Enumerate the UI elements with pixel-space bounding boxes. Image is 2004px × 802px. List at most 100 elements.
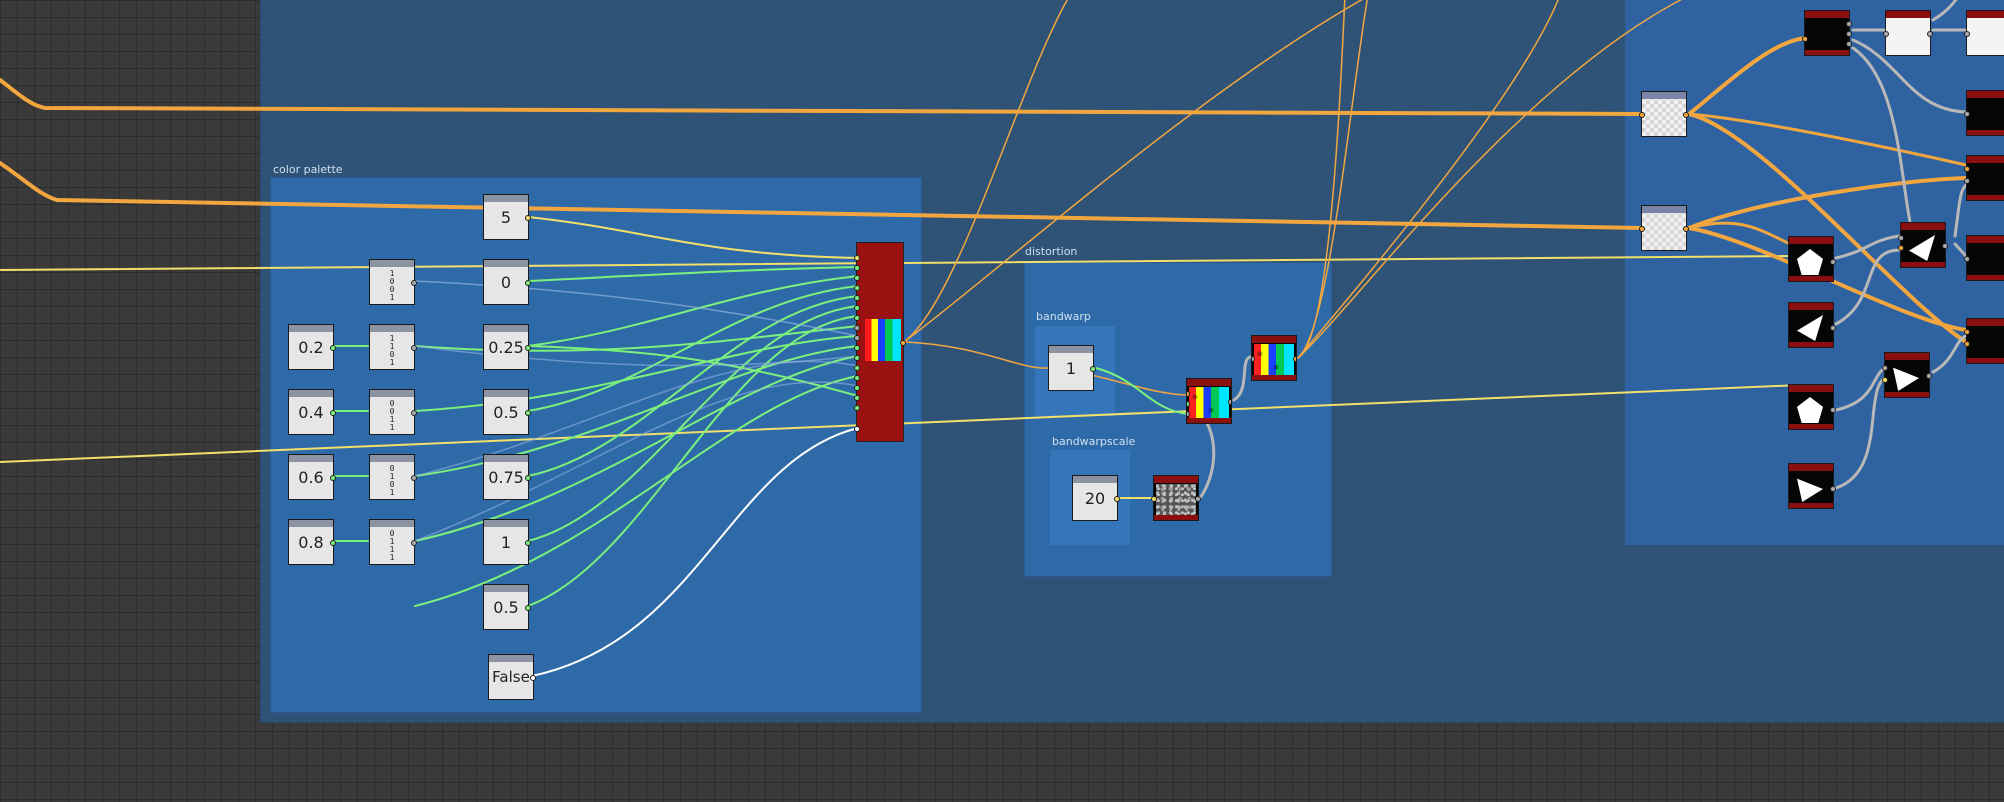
input-port[interactable]	[854, 405, 860, 411]
number-node-0-5[interactable]: 0.5	[483, 389, 531, 435]
number-node-0-25[interactable]: 0.25	[483, 324, 531, 370]
output-port[interactable]	[525, 540, 531, 546]
input-port[interactable]	[1639, 112, 1645, 118]
input-port[interactable]	[854, 325, 860, 331]
number-node-0-5b[interactable]: 0.5	[483, 584, 531, 630]
input-port[interactable]	[854, 385, 860, 391]
black-image-node[interactable]	[1964, 318, 2004, 364]
output-port[interactable]	[525, 475, 531, 481]
white-image-node[interactable]	[1964, 10, 2004, 56]
output-port[interactable]	[1683, 112, 1689, 118]
black-image-node[interactable]	[1802, 10, 1852, 56]
input-port[interactable]	[854, 255, 860, 261]
input-port[interactable]	[1883, 31, 1889, 37]
output-port[interactable]	[1830, 325, 1836, 331]
output-port[interactable]	[530, 675, 536, 681]
output-port[interactable]	[525, 345, 531, 351]
color-gradient-node[interactable]	[854, 242, 906, 442]
output-port[interactable]	[411, 475, 417, 481]
output-port[interactable]	[1293, 356, 1296, 362]
input-port[interactable]	[854, 375, 860, 381]
triangle-shape-node[interactable]	[1788, 302, 1836, 348]
input-port[interactable]	[1882, 365, 1888, 371]
bandwarpscale-value-node[interactable]: 20	[1072, 475, 1120, 521]
output-port[interactable]	[1926, 373, 1932, 379]
output-port[interactable]	[411, 540, 417, 546]
input-port[interactable]	[1964, 256, 1970, 262]
position-node-0-4[interactable]: 0.4	[288, 389, 336, 435]
output-port[interactable]	[1942, 243, 1948, 249]
input-port[interactable]	[854, 275, 860, 281]
input-port[interactable]	[1964, 111, 1970, 117]
noise-node[interactable]	[1151, 475, 1201, 521]
position-node-0-8[interactable]: 0.8	[288, 519, 336, 565]
number-node-0-75[interactable]: 0.75	[483, 454, 531, 500]
output-port[interactable]	[525, 280, 531, 286]
position-node-0-2[interactable]: 0.2	[288, 324, 336, 370]
input-port[interactable]	[1898, 235, 1904, 241]
input-port[interactable]	[1802, 36, 1808, 42]
black-image-node[interactable]	[1964, 155, 2004, 201]
bit-vector-node[interactable]: 0 1 0 1	[369, 454, 417, 500]
output-port[interactable]	[1846, 41, 1852, 47]
number-node-0[interactable]: 0	[483, 259, 531, 305]
number-node-5[interactable]: 5	[483, 194, 531, 240]
output-port[interactable]	[1830, 407, 1836, 413]
bit-vector-node[interactable]: 1 0 0 1	[369, 259, 417, 305]
transparent-node[interactable]	[1639, 91, 1689, 137]
output-port[interactable]	[1683, 226, 1689, 232]
input-port[interactable]	[1964, 341, 1970, 347]
output-port[interactable]	[525, 410, 531, 416]
input-port[interactable]	[1964, 166, 1970, 172]
input-port[interactable]	[854, 265, 860, 271]
input-port[interactable]	[854, 355, 860, 361]
position-node-0-6[interactable]: 0.6	[288, 454, 336, 500]
input-port[interactable]	[854, 285, 860, 291]
input-port[interactable]	[854, 365, 860, 371]
pentagon-shape-node[interactable]	[1788, 236, 1836, 282]
output-port[interactable]	[1090, 366, 1096, 372]
input-port[interactable]	[854, 426, 860, 432]
output-port[interactable]	[330, 540, 336, 546]
output-port[interactable]	[1114, 496, 1120, 502]
input-port[interactable]	[1639, 226, 1645, 232]
input-port[interactable]	[854, 335, 860, 341]
number-node-1[interactable]: 1	[483, 519, 531, 565]
input-port[interactable]	[854, 345, 860, 351]
output-port[interactable]	[1927, 31, 1933, 37]
input-port[interactable]	[854, 295, 860, 301]
output-port[interactable]	[900, 340, 906, 346]
input-port[interactable]	[1898, 245, 1904, 251]
pentagon-shape-node[interactable]	[1788, 384, 1836, 430]
output-port[interactable]	[1830, 486, 1836, 492]
output-port[interactable]	[1830, 259, 1836, 265]
input-port[interactable]	[1964, 329, 1970, 335]
output-port[interactable]	[1846, 31, 1852, 37]
triangle-shape-node[interactable]	[1788, 463, 1836, 509]
boolean-node-false[interactable]: False	[488, 654, 536, 700]
white-image-node[interactable]	[1883, 10, 1933, 56]
input-port[interactable]	[854, 395, 860, 401]
output-port[interactable]	[330, 475, 336, 481]
output-port[interactable]	[330, 410, 336, 416]
warp-node[interactable]	[1186, 378, 1232, 424]
output-port[interactable]	[525, 215, 531, 221]
output-port[interactable]	[1228, 399, 1231, 405]
output-port[interactable]	[1195, 496, 1201, 502]
bit-vector-node[interactable]: 0 1 1 1	[369, 519, 417, 565]
black-image-node[interactable]	[1964, 90, 2004, 136]
output-port[interactable]	[411, 280, 417, 286]
triangle-transform-node[interactable]	[1882, 352, 1932, 398]
input-port[interactable]	[1882, 377, 1888, 383]
output-port[interactable]	[411, 345, 417, 351]
input-port[interactable]	[1151, 496, 1157, 502]
output-port[interactable]	[411, 410, 417, 416]
bit-vector-node[interactable]: 0 0 1 1	[369, 389, 417, 435]
output-port[interactable]	[525, 605, 531, 611]
bandwarp-value-node[interactable]: 1	[1048, 345, 1096, 391]
bit-vector-node[interactable]: 1 1 0 1	[369, 324, 417, 370]
triangle-transform-node[interactable]	[1898, 222, 1948, 268]
input-port[interactable]	[1964, 178, 1970, 184]
input-port[interactable]	[854, 305, 860, 311]
transparent-node[interactable]	[1639, 205, 1689, 251]
